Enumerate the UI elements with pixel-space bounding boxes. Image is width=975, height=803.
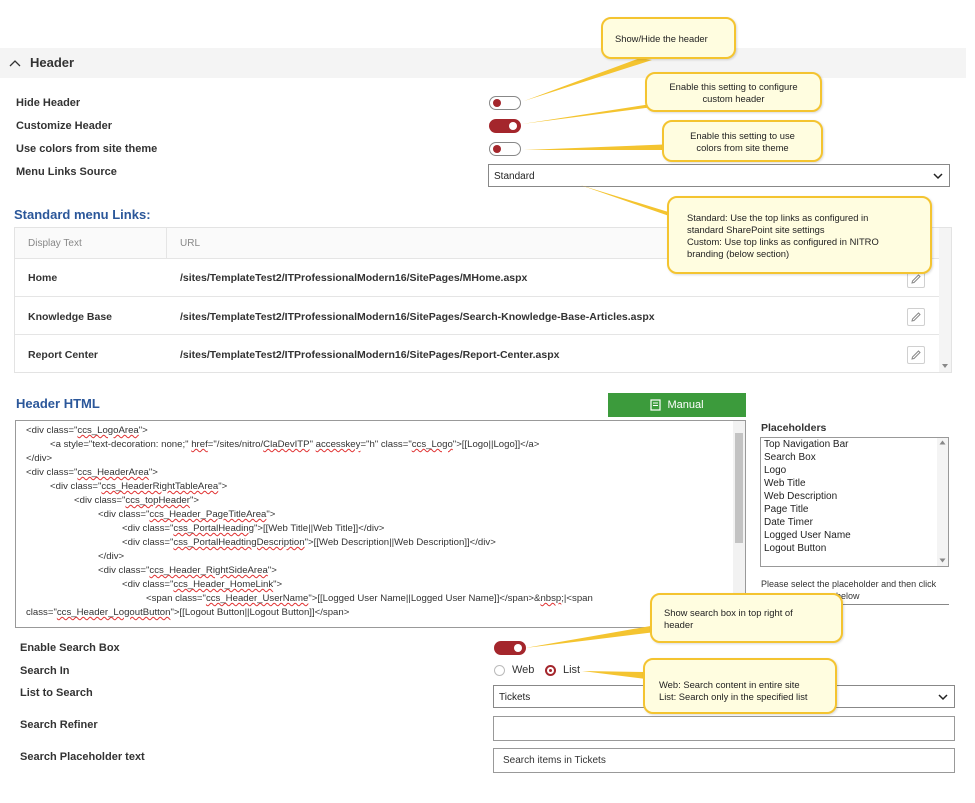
callout-search-in-l2: List: Search only in the specified list bbox=[659, 691, 808, 702]
scroll-up-arrow-icon[interactable] bbox=[939, 440, 946, 445]
placeholders-list[interactable]: Top Navigation Bar Search Box Logo Web T… bbox=[760, 437, 949, 567]
row-report-url: /sites/TemplateTest2/ITProfessionalModer… bbox=[180, 349, 560, 361]
hide-header-label: Hide Header bbox=[16, 97, 81, 109]
placeholder-item[interactable]: Page Title bbox=[764, 504, 808, 515]
row-home-text: Home bbox=[28, 272, 58, 284]
code-line: </div> bbox=[26, 453, 53, 464]
callout-search-box-l2: header bbox=[664, 619, 694, 630]
code-line: class="ccs_Header_LogoutButton">[[Logout… bbox=[26, 607, 350, 618]
search-in-web-radio[interactable] bbox=[494, 665, 505, 676]
code-line: <a style="text-decoration: none;" href="… bbox=[50, 439, 540, 450]
callout-search-box: Show search box in top right of header bbox=[650, 593, 843, 643]
row-home-url: /sites/TemplateTest2/ITProfessionalModer… bbox=[180, 272, 528, 284]
code-line: <div class="ccs_Header_HomeLink"> bbox=[122, 579, 283, 590]
callout-colors: Enable this setting to use colors from s… bbox=[662, 120, 823, 162]
code-line: <div class="css_PortalHeading">[[Web Tit… bbox=[122, 523, 385, 534]
standard-menu-links-heading: Standard menu Links: bbox=[14, 207, 151, 222]
list-to-search-label: List to Search bbox=[20, 687, 93, 699]
column-divider bbox=[166, 228, 167, 258]
code-line: <div class="ccs_HeaderArea"> bbox=[26, 467, 158, 478]
hide-header-toggle[interactable] bbox=[489, 96, 521, 110]
callout-customize-l2: custom header bbox=[702, 93, 765, 104]
use-colors-toggle[interactable] bbox=[489, 142, 521, 156]
enable-search-box-label: Enable Search Box bbox=[20, 642, 120, 654]
placeholders-title: Placeholders bbox=[761, 422, 827, 434]
chevron-down-icon bbox=[933, 173, 943, 180]
callout-source-l1: Standard: Use the top links as configure… bbox=[687, 212, 869, 223]
callout-source-l4: branding (below section) bbox=[687, 248, 790, 259]
code-line: <span class="ccs_Header_UserName">[[Logg… bbox=[146, 593, 593, 604]
search-refiner-label: Search Refiner bbox=[20, 719, 98, 731]
search-refiner-input[interactable] bbox=[493, 716, 955, 741]
callout-search-in: Web: Search content in entire site List:… bbox=[643, 658, 837, 714]
row-kb-text: Knowledge Base bbox=[28, 311, 113, 323]
header-section-bar[interactable] bbox=[0, 48, 966, 78]
pencil-icon bbox=[911, 312, 921, 322]
edit-row-kb-button[interactable] bbox=[907, 308, 925, 326]
code-line: <div class="css_PortalHeadtingDescriptio… bbox=[122, 537, 496, 548]
placeholder-item[interactable]: Top Navigation Bar bbox=[764, 439, 849, 450]
scroll-down-arrow-icon[interactable] bbox=[941, 363, 949, 369]
placeholder-item[interactable]: Date Timer bbox=[764, 517, 813, 528]
list-to-search-value: Tickets bbox=[499, 692, 531, 703]
enable-search-box-toggle[interactable] bbox=[494, 641, 526, 655]
search-placeholder-input[interactable]: Search items in Tickets bbox=[493, 748, 955, 773]
book-icon bbox=[650, 399, 662, 411]
scroll-down-arrow-icon[interactable] bbox=[939, 558, 946, 563]
search-in-label: Search In bbox=[20, 665, 70, 677]
column-display-text: Display Text bbox=[28, 238, 82, 249]
customize-header-toggle[interactable] bbox=[489, 119, 521, 133]
placeholder-item[interactable]: Search Box bbox=[764, 452, 816, 463]
row-divider bbox=[15, 334, 939, 335]
search-in-list-label[interactable]: List bbox=[563, 664, 580, 676]
header-html-heading: Header HTML bbox=[16, 396, 100, 411]
search-placeholder-label: Search Placeholder text bbox=[20, 751, 145, 763]
code-line: <div class="ccs_topHeader"> bbox=[74, 495, 199, 506]
column-url: URL bbox=[180, 238, 201, 249]
manual-button[interactable]: Manual bbox=[608, 393, 746, 417]
callout-customize-l1: Enable this setting to configure bbox=[669, 81, 798, 92]
placeholder-item[interactable]: Web Description bbox=[764, 491, 837, 502]
callout-source-l3: Custom: Use top links as configured in N… bbox=[687, 236, 879, 247]
use-colors-label: Use colors from site theme bbox=[16, 143, 158, 155]
pencil-icon bbox=[911, 350, 921, 360]
callout-show-hide: Show/Hide the header bbox=[601, 17, 736, 59]
callout-source-l2: standard SharePoint site settings bbox=[687, 224, 825, 235]
callout-search-box-l1: Show search box in top right of bbox=[664, 607, 793, 618]
code-line: </div> bbox=[98, 551, 125, 562]
placeholders-scrollbar[interactable] bbox=[937, 438, 948, 566]
callout-search-in-l1: Web: Search content in entire site bbox=[659, 679, 800, 690]
section-title: Header bbox=[30, 55, 75, 70]
chevron-up-icon[interactable] bbox=[9, 57, 21, 69]
table-scrollbar[interactable] bbox=[939, 228, 951, 372]
row-kb-url: /sites/TemplateTest2/ITProfessionalModer… bbox=[180, 311, 655, 323]
code-line: <div class="ccs_Header_RightSideArea"> bbox=[98, 565, 277, 576]
customize-header-label: Customize Header bbox=[16, 120, 112, 132]
callout-menu-source: Standard: Use the top links as configure… bbox=[667, 196, 932, 274]
placeholder-item[interactable]: Logout Button bbox=[764, 543, 826, 554]
callout-colors-l1: Enable this setting to use bbox=[690, 130, 795, 141]
code-line: <div class="ccs_HeaderRightTableArea"> bbox=[50, 481, 228, 492]
search-in-web-label[interactable]: Web bbox=[512, 664, 534, 676]
code-line: <div class="ccs_Header_PageTitleArea"> bbox=[98, 509, 276, 520]
manual-button-label: Manual bbox=[667, 399, 704, 411]
menu-links-source-value: Standard bbox=[494, 171, 535, 182]
code-line: <div class="ccs_LogoArea"> bbox=[26, 425, 148, 436]
header-html-editor[interactable]: <div class="ccs_LogoArea"> <a style="tex… bbox=[15, 420, 746, 628]
callout-show-hide-text: Show/Hide the header bbox=[615, 33, 708, 44]
menu-links-source-select[interactable]: Standard bbox=[488, 164, 950, 187]
edit-row-report-button[interactable] bbox=[907, 346, 925, 364]
row-report-text: Report Center bbox=[28, 349, 99, 361]
placeholder-item[interactable]: Web Title bbox=[764, 478, 806, 489]
placeholder-item[interactable]: Logo bbox=[764, 465, 786, 476]
callout-customize: Enable this setting to configure custom … bbox=[645, 72, 822, 112]
menu-links-source-label: Menu Links Source bbox=[16, 166, 117, 178]
placeholder-item[interactable]: Logged User Name bbox=[764, 530, 851, 541]
callout-colors-l2: colors from site theme bbox=[696, 142, 789, 153]
search-in-list-radio[interactable] bbox=[545, 665, 556, 676]
chevron-down-icon bbox=[938, 694, 948, 701]
row-divider bbox=[15, 296, 939, 297]
placeholders-note-line1: Please select the placeholder and then c… bbox=[761, 579, 937, 589]
